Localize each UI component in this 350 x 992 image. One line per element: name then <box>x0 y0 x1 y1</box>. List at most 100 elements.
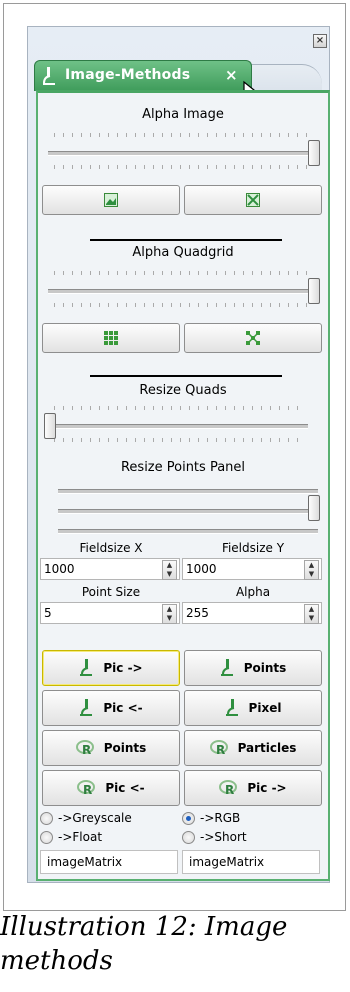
microscope-icon <box>220 659 233 676</box>
radio-rgb[interactable]: ->RGB <box>182 811 240 825</box>
svg-text:R: R <box>216 743 225 756</box>
fieldsize-y-spinner[interactable]: 1000 ▲ ▼ <box>182 558 322 580</box>
r-points-button[interactable]: R Points <box>42 730 180 766</box>
figure-caption: Illustration 12: Image methods <box>0 910 287 978</box>
fieldsize-y-value: 1000 <box>186 562 217 576</box>
hide-image-button[interactable] <box>184 185 322 215</box>
resize-quads-slider-thumb[interactable] <box>44 413 56 439</box>
image-remove-icon <box>246 193 260 207</box>
grid-remove-icon <box>246 331 260 345</box>
r-logo-icon: R <box>75 740 94 756</box>
alpha-quadgrid-label: Alpha Quadgrid <box>132 245 234 260</box>
fieldsize-x-spinner[interactable]: 1000 ▲ ▼ <box>40 558 180 580</box>
microscope-icon <box>80 659 93 676</box>
radio-label: ->Greyscale <box>58 811 132 825</box>
r-logo-icon: R <box>77 780 96 796</box>
slider-ticks <box>54 165 312 169</box>
svg-text:R: R <box>225 783 234 796</box>
button-label: Points <box>243 661 287 675</box>
button-label: Pixel <box>248 701 282 715</box>
slider-groove <box>58 489 318 494</box>
alpha-quadgrid-slider[interactable] <box>44 265 322 315</box>
show-image-button[interactable] <box>42 185 180 215</box>
slider-ticks <box>54 406 302 410</box>
resize-points-panel-slider-thumb[interactable] <box>308 495 320 521</box>
caption-line-1: Illustration 12: Image <box>0 912 288 942</box>
radio-dot-icon[interactable] <box>182 830 195 844</box>
tab-image-methods[interactable]: Image-Methods × <box>34 60 252 91</box>
output-name-left[interactable]: imageMatrix <box>40 850 178 874</box>
microscope-icon <box>225 699 238 716</box>
alpha-image-slider-thumb[interactable] <box>308 140 320 166</box>
image-icon <box>104 193 118 207</box>
svg-text:R: R <box>82 743 91 756</box>
slider-groove <box>48 151 318 156</box>
alpha-image-label: Alpha Image <box>142 107 224 122</box>
r-particles-button[interactable]: R Particles <box>184 730 322 766</box>
r-pic-from-button[interactable]: R Pic <- <box>42 770 180 806</box>
resize-quads-slider[interactable] <box>44 400 312 450</box>
window-close-icon[interactable]: × <box>313 34 327 48</box>
point-size-value: 5 <box>44 606 52 620</box>
fieldsize-y-label: Fieldsize Y <box>221 541 285 555</box>
radio-dot-icon[interactable] <box>40 811 53 825</box>
slider-groove <box>58 509 318 514</box>
slider-groove <box>48 289 318 294</box>
slider-groove <box>58 529 318 534</box>
radio-label: ->Float <box>58 830 103 844</box>
spinner-arrows-icon[interactable]: ▲ ▼ <box>162 604 177 624</box>
grid-icon <box>104 331 118 345</box>
radio-short[interactable]: ->Short <box>182 830 247 844</box>
points-button[interactable]: Points <box>184 650 322 686</box>
fieldsize-x-value: 1000 <box>44 562 75 576</box>
alpha-value: 255 <box>186 606 209 620</box>
resize-points-panel-slider[interactable] <box>54 485 322 535</box>
show-grid-button[interactable] <box>42 323 180 353</box>
r-pic-to-button[interactable]: R Pic -> <box>184 770 322 806</box>
point-size-label: Point Size <box>81 585 141 599</box>
caption-line-2: methods <box>0 946 113 976</box>
radio-dot-icon[interactable] <box>40 830 53 844</box>
button-label: Pic -> <box>247 781 287 795</box>
point-size-spinner[interactable]: 5 ▲ ▼ <box>40 602 180 624</box>
section-divider <box>90 239 282 241</box>
section-divider <box>90 375 282 377</box>
button-label: Pic <- <box>103 701 143 715</box>
microscope-icon <box>80 699 93 716</box>
slider-ticks <box>54 271 312 275</box>
alpha-quadgrid-slider-thumb[interactable] <box>308 278 320 304</box>
r-logo-icon: R <box>209 740 228 756</box>
image-methods-panel: Alpha Image Alpha Quadgrid Resize Quads … <box>36 90 330 881</box>
button-label: Points <box>103 741 147 755</box>
tab-close-icon[interactable]: × <box>225 66 238 84</box>
svg-text:R: R <box>83 783 92 796</box>
radio-float[interactable]: ->Float <box>40 830 102 844</box>
spinner-arrows-icon[interactable]: ▲ ▼ <box>304 604 319 624</box>
fieldsize-x-label: Fieldsize X <box>79 541 143 555</box>
resize-points-panel-label: Resize Points Panel <box>120 460 246 475</box>
slider-ticks <box>54 303 312 307</box>
tab-title: Image-Methods <box>65 67 191 83</box>
slider-groove <box>48 424 308 429</box>
radio-label: ->RGB <box>200 811 241 825</box>
output-name-right[interactable]: imageMatrix <box>182 850 320 874</box>
alpha-label: Alpha <box>235 585 271 599</box>
radio-dot-icon[interactable] <box>182 811 195 825</box>
spinner-arrows-icon[interactable]: ▲ ▼ <box>304 560 319 580</box>
pic-from-points-button[interactable]: Pic <- <box>42 690 180 726</box>
radio-greyscale[interactable]: ->Greyscale <box>40 811 132 825</box>
button-label: Pic <- <box>105 781 145 795</box>
r-logo-icon: R <box>219 780 238 796</box>
hide-grid-button[interactable] <box>184 323 322 353</box>
pixel-button[interactable]: Pixel <box>184 690 322 726</box>
slider-ticks <box>54 133 312 137</box>
pic-to-points-button[interactable]: Pic -> <box>42 650 180 686</box>
alpha-spinner[interactable]: 255 ▲ ▼ <box>182 602 322 624</box>
button-label: Particles <box>237 741 297 755</box>
radio-label: ->Short <box>200 830 247 844</box>
slider-ticks <box>54 438 302 442</box>
microscope-icon <box>43 67 55 85</box>
alpha-image-slider[interactable] <box>44 127 322 177</box>
spinner-arrows-icon[interactable]: ▲ ▼ <box>162 560 177 580</box>
button-label: Pic -> <box>103 661 143 675</box>
